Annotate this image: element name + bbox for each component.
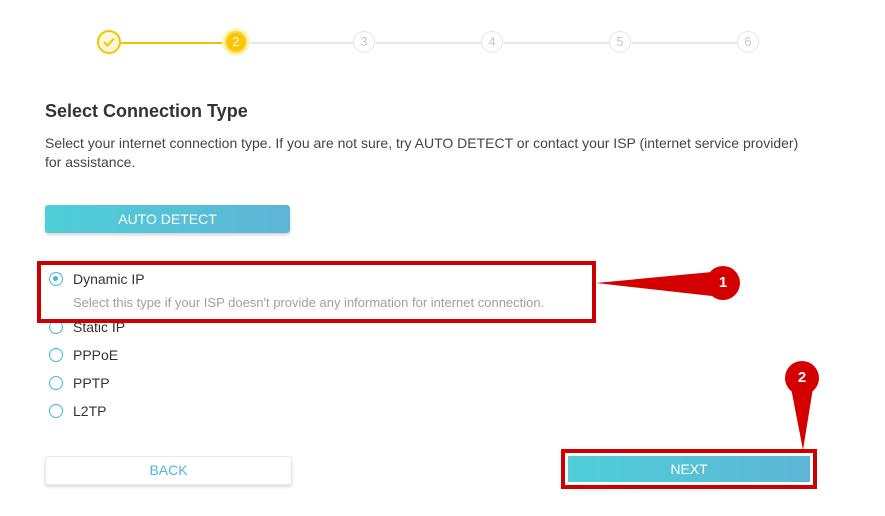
annotation-pointers [596,272,813,450]
pointer-arrow-1 [596,272,712,296]
annotation-badge-2: 2 [785,361,819,395]
pointer-arrow-2 [791,388,813,450]
annotation-badge-1: 1 [706,266,740,300]
